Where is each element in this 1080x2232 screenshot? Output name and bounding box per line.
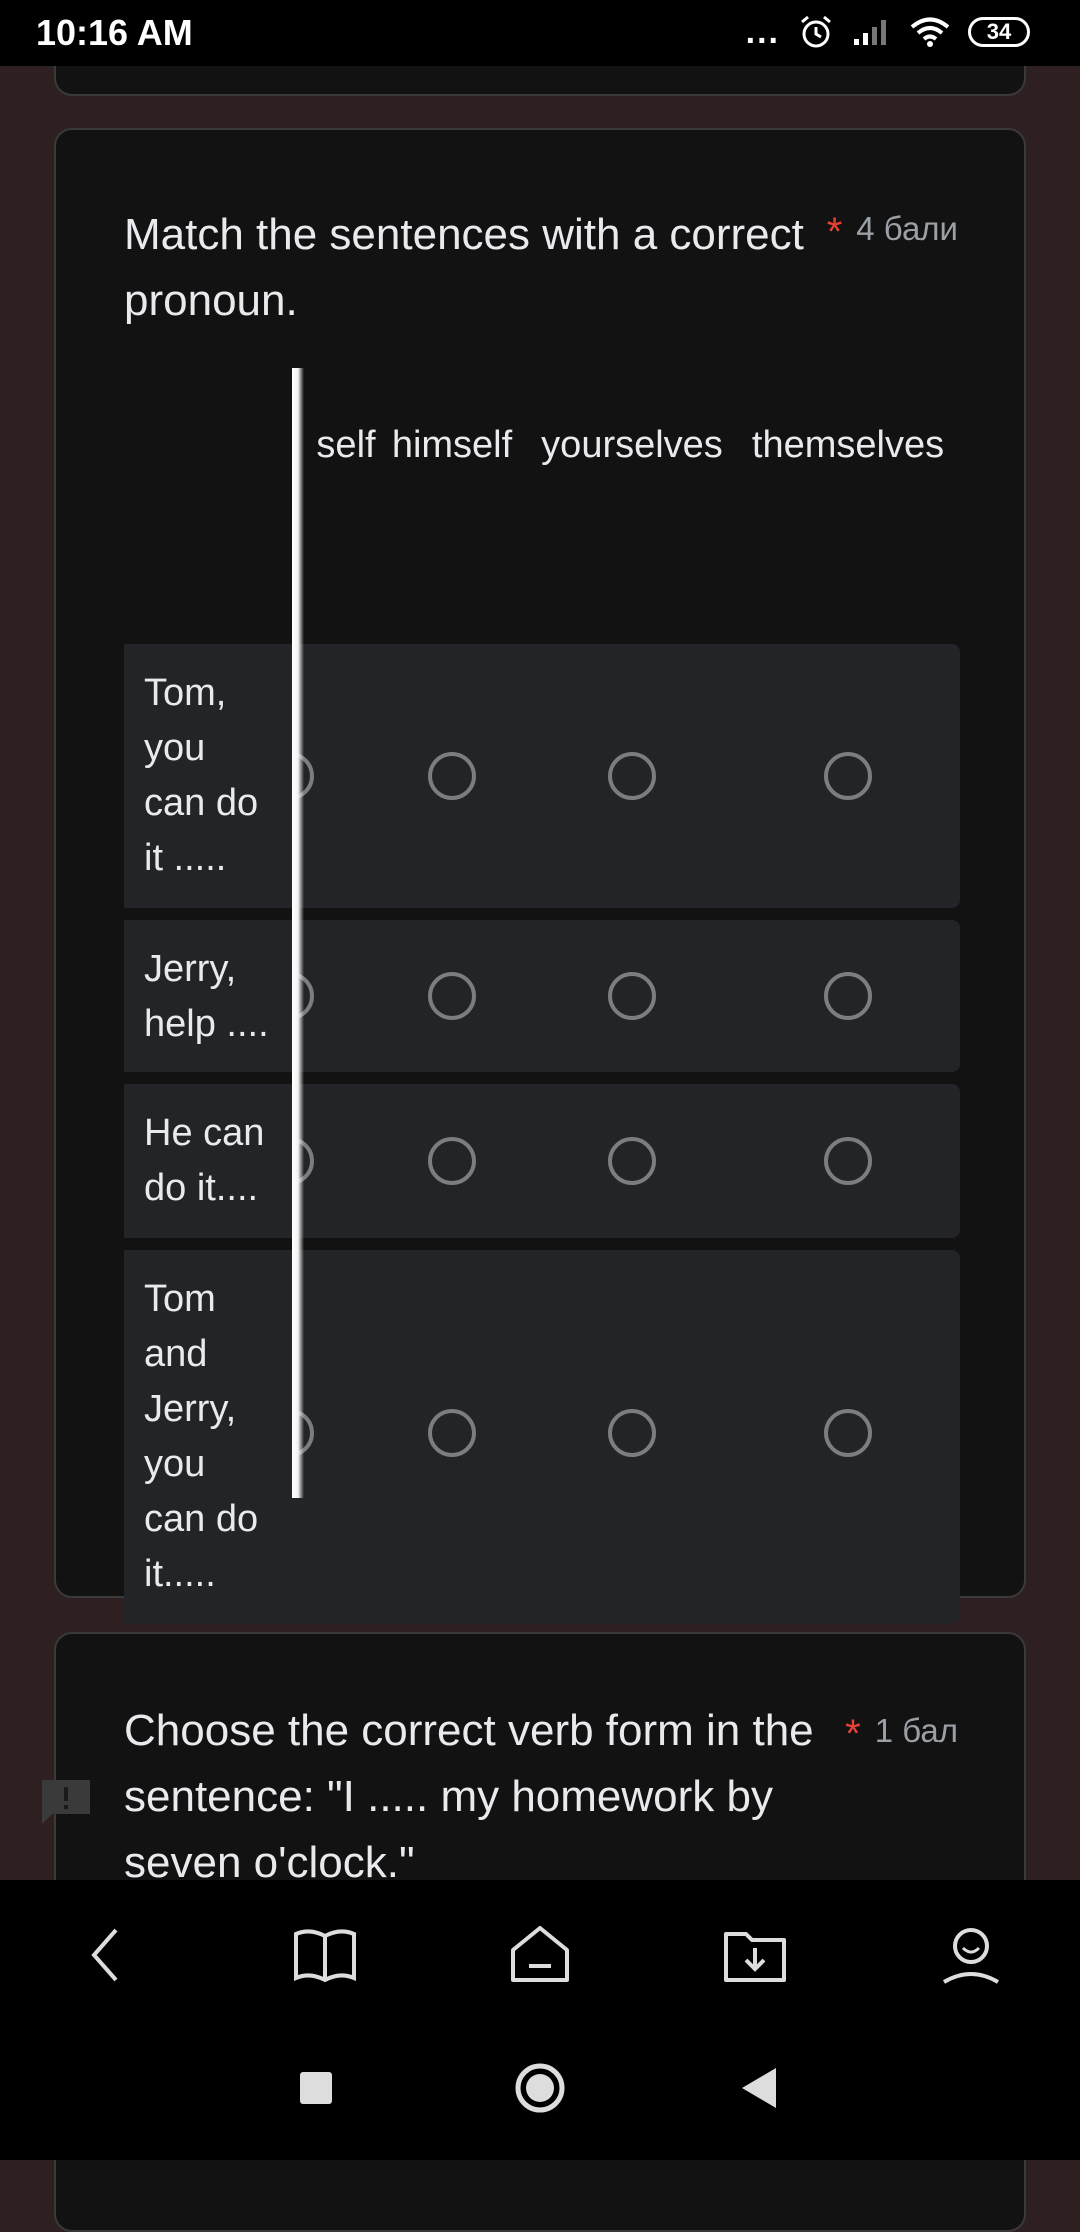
radio-option[interactable] [824,1137,872,1185]
question-points: * 1 бал [845,1712,958,1757]
system-navigation-bar [0,2030,1080,2160]
row-label: Jerry, help .... [124,920,296,1072]
battery-icon: 34 [968,17,1030,47]
required-asterisk: * [826,210,843,254]
horizontal-scroll-shadow [292,368,304,1498]
download-folder-icon[interactable] [720,1920,790,1990]
required-asterisk: * [845,1712,861,1756]
more-dots-icon: ... [745,13,780,51]
status-time: 10:16 AM [36,12,193,53]
profile-icon[interactable] [936,1920,1006,1990]
radio-option[interactable] [824,972,872,1020]
radio-option[interactable] [824,1409,872,1457]
grid-row: He can do it.... [124,1084,960,1238]
recents-icon[interactable] [286,2058,346,2118]
question-points: * 4 бали [827,210,958,255]
row-label: Tom, you can do it ..... [124,644,296,908]
grid-row: Jerry, help .... [124,920,960,1072]
home-circle-icon[interactable] [510,2058,570,2118]
signal-icon [854,20,886,45]
radio-option[interactable] [428,752,476,800]
feedback-icon[interactable] [38,1776,94,1828]
grid-row: Tom, you can do it ..... [124,644,960,908]
radio-option[interactable] [428,1137,476,1185]
radio-option[interactable] [608,1409,656,1457]
browser-bottom-toolbar [0,1880,1080,2030]
row-label: He can do it.... [124,1084,296,1238]
choice-grid[interactable]: self himself yourselves themselves Tom, … [124,368,960,1624]
column-header: yourselves [541,424,723,466]
radio-option[interactable] [608,752,656,800]
wifi-icon [910,17,950,47]
radio-option[interactable] [428,972,476,1020]
home-icon[interactable] [505,1920,575,1990]
radio-option[interactable] [608,972,656,1020]
radio-option[interactable] [824,752,872,800]
column-header: himself [391,424,513,466]
status-bar: 10:16 AM ... 34 [0,0,1080,66]
column-header: self [316,424,376,466]
grid-row: Tom and Jerry, you can do it..... [124,1250,960,1624]
alarm-icon [801,15,831,48]
question-card-matching: Match the sentences with a correct prono… [54,128,1026,1624]
points-label: 1 бал [874,1712,958,1749]
row-label: Tom and Jerry, you can do it..... [124,1250,296,1624]
grid-column-headers: self himself yourselves themselves [124,368,960,488]
back-triangle-icon[interactable] [730,2058,790,2118]
points-label: 4 бали [856,210,958,247]
status-icons: ... 34 [746,14,1030,50]
radio-option[interactable] [428,1409,476,1457]
column-header: themselves [751,424,945,466]
question-title: Choose the correct verb form in the sent… [124,1706,814,1887]
radio-option[interactable] [608,1137,656,1185]
back-icon[interactable] [72,1920,142,1990]
book-icon[interactable] [290,1920,360,1990]
question-title: Match the sentences with a correct prono… [124,210,804,325]
